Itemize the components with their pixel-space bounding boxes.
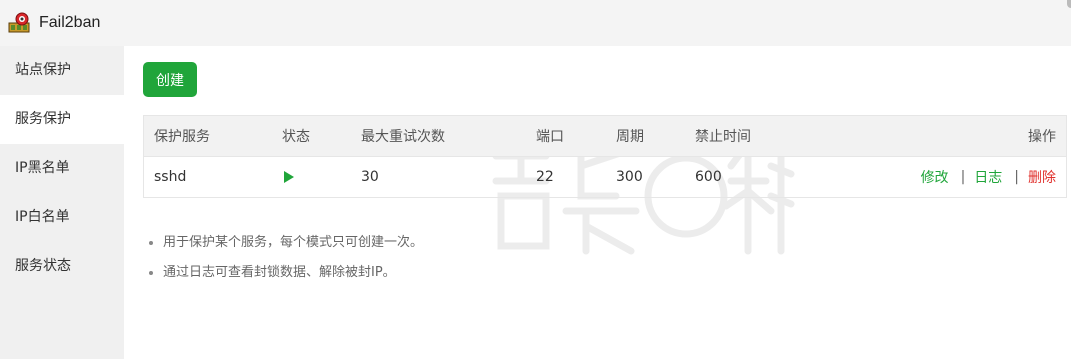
header-status: 状态 [282, 129, 310, 145]
header-period: 周期 [616, 129, 644, 145]
header-actions: 操作 [1028, 129, 1056, 145]
delete-link[interactable]: 删除 [1028, 167, 1056, 187]
fail2ban-logo-icon [8, 12, 30, 33]
cell-ban-time: 600 [695, 169, 722, 185]
header-service: 保护服务 [154, 129, 210, 145]
cell-port: 22 [536, 169, 554, 185]
main-content: 创建 保护服务 状态 最大重试次数 端口 周期 禁止时间 操作 sshd 30 … [124, 46, 1071, 359]
sidebar-item-ip-whitelist[interactable]: IP白名单 [0, 193, 124, 242]
table-header: 保护服务 状态 最大重试次数 端口 周期 禁止时间 操作 [144, 116, 1066, 156]
action-separator: | [960, 169, 966, 185]
cell-status[interactable] [282, 157, 294, 197]
app-window: Fail2ban 站点保护 服务保护 IP黑名单 IP白名单 服务状态 创建 保… [0, 0, 1071, 359]
help-notes: 用于保护某个服务，每个模式只可创建一次。 通过日志可查看封锁数据、解除被封IP。 [143, 234, 423, 294]
cell-period: 300 [616, 169, 643, 185]
action-separator: | [1014, 169, 1019, 185]
edit-link[interactable]: 修改 [921, 167, 949, 187]
sidebar-item-service-protection[interactable]: 服务保护 [0, 95, 124, 144]
sidebar-item-ip-blacklist[interactable]: IP黑名单 [0, 144, 124, 193]
sidebar: 站点保护 服务保护 IP黑名单 IP白名单 服务状态 [0, 46, 124, 359]
header-max-retry: 最大重试次数 [361, 129, 445, 145]
table-row: sshd 30 22 300 600 修改 | 日志 | 删除 [144, 156, 1066, 197]
app-title: Fail2ban [39, 14, 101, 31]
sidebar-item-service-status[interactable]: 服务状态 [0, 242, 124, 291]
cell-service: sshd [154, 169, 187, 185]
header-port: 端口 [536, 129, 564, 145]
note-item: 通过日志可查看封锁数据、解除被封IP。 [163, 264, 423, 281]
log-link[interactable]: 日志 [974, 167, 1002, 187]
play-icon[interactable] [284, 171, 294, 183]
service-table: 保护服务 状态 最大重试次数 端口 周期 禁止时间 操作 sshd 30 22 … [143, 115, 1067, 198]
cell-actions: 修改 | 日志 | 删除 [921, 157, 1056, 197]
title-bar: Fail2ban [0, 0, 1071, 46]
note-item: 用于保护某个服务，每个模式只可创建一次。 [163, 234, 423, 251]
sidebar-item-site-protection[interactable]: 站点保护 [0, 46, 124, 95]
header-ban-time: 禁止时间 [695, 129, 751, 145]
window-corner-decoration [1067, 0, 1071, 8]
cell-max-retry: 30 [361, 169, 379, 185]
create-button[interactable]: 创建 [143, 62, 197, 97]
